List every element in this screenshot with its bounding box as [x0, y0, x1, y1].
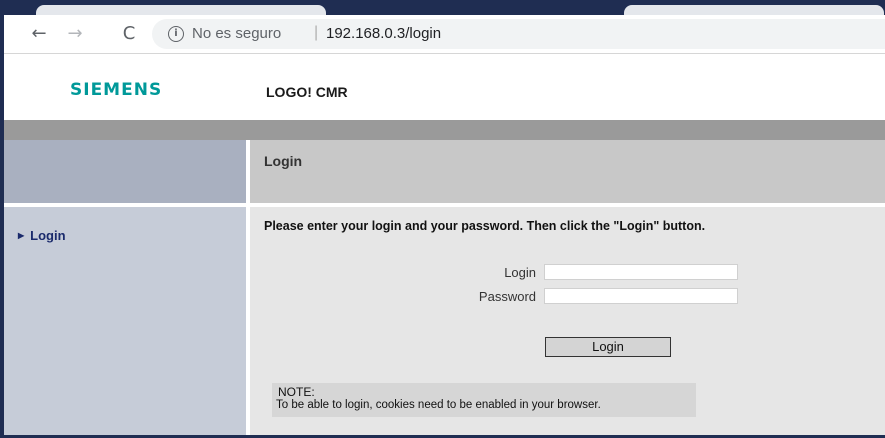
reload-icon[interactable]: C: [116, 21, 142, 47]
siemens-logo: SIEMENS: [70, 80, 163, 100]
sidebar-item-login[interactable]: ▶ Login: [18, 228, 66, 243]
page-header: SIEMENS LOGO! CMR: [4, 54, 885, 120]
cookie-note: NOTE: To be able to login, cookies need …: [272, 383, 696, 417]
content-title-bar: Login: [246, 140, 885, 203]
password-label: Password: [478, 289, 536, 304]
login-input[interactable]: [544, 264, 738, 280]
login-button[interactable]: Login: [545, 337, 671, 357]
sidebar-header: [4, 140, 246, 203]
url-text[interactable]: 192.168.0.3/login: [326, 25, 441, 42]
address-bar: ← → C i No es seguro | 192.168.0.3/login: [4, 15, 885, 54]
forward-icon[interactable]: →: [62, 21, 88, 47]
triangle-right-icon: ▶: [18, 231, 25, 240]
browser-tab-inactive[interactable]: [624, 5, 884, 15]
url-separator: |: [314, 24, 319, 41]
security-status[interactable]: No es seguro: [192, 25, 281, 42]
login-instructions: Please enter your login and your passwor…: [264, 219, 706, 233]
omnibox[interactable]: i No es seguro | 192.168.0.3/login: [152, 19, 885, 49]
header-divider-band: [4, 120, 885, 140]
sidebar: ▶ Login: [4, 207, 246, 435]
back-icon[interactable]: ←: [26, 21, 52, 47]
note-text: To be able to login, cookies need to be …: [276, 399, 601, 411]
login-label: Login: [504, 265, 536, 280]
browser-window: ← → C i No es seguro | 192.168.0.3/login…: [0, 0, 885, 438]
info-icon[interactable]: i: [168, 26, 184, 42]
note-title: NOTE:: [278, 385, 315, 399]
tab-strip: [4, 5, 885, 15]
product-title: LOGO! CMR: [266, 84, 348, 100]
login-panel: Please enter your login and your passwor…: [246, 207, 885, 435]
page-title: Login: [264, 153, 303, 169]
sidebar-item-label: Login: [30, 228, 66, 243]
browser-tab[interactable]: [36, 5, 326, 15]
password-input[interactable]: [544, 288, 738, 304]
